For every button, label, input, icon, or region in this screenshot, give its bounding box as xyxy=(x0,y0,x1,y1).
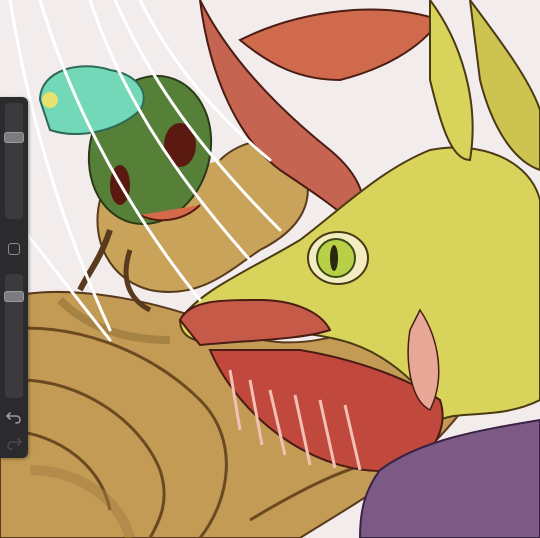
opacity-slider[interactable] xyxy=(4,274,24,398)
brush-size-thumb[interactable] xyxy=(4,132,24,143)
undo-arrow-icon[interactable] xyxy=(4,407,24,427)
left-tool-sidebar xyxy=(0,97,28,458)
redo-arrow-icon[interactable] xyxy=(4,433,24,453)
modify-button[interactable] xyxy=(8,243,20,255)
opacity-thumb[interactable] xyxy=(4,291,24,302)
artwork-canvas[interactable] xyxy=(0,0,540,538)
brush-size-slider[interactable] xyxy=(4,103,24,219)
